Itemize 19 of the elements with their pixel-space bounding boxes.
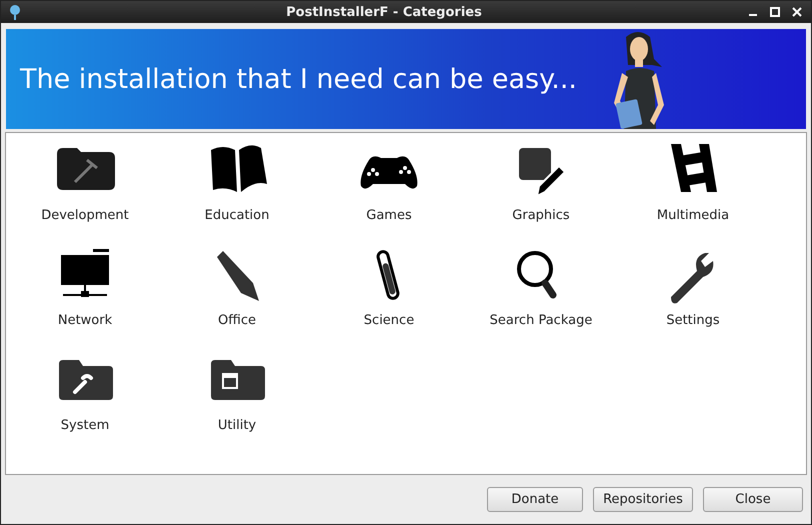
category-button[interactable]: Science [313,247,465,352]
dialog-button[interactable]: Repositories [593,487,693,512]
dialog-button[interactable]: Close [703,487,803,512]
category-button[interactable]: Network [9,247,161,352]
category-button[interactable]: Settings [617,247,769,352]
category-button[interactable]: Utility [161,352,313,457]
app-icon[interactable] [7,4,23,20]
window-title: PostInstallerF - Categories [285,4,483,20]
banner-text: The installation that I need can be easy... [20,64,577,94]
maximize-icon[interactable] [767,4,783,20]
dialog-button[interactable]: Donate [487,487,583,512]
category-button[interactable]: Education [161,142,313,247]
category-button[interactable]: Games [313,142,465,247]
category-button[interactable]: Multimedia [617,142,769,247]
category-button[interactable]: Graphics [465,142,617,247]
category-button[interactable]: System [9,352,161,457]
category-button[interactable]: Search Package [465,247,617,352]
category-button[interactable]: Office [161,247,313,352]
category-button[interactable]: Development [9,142,161,247]
